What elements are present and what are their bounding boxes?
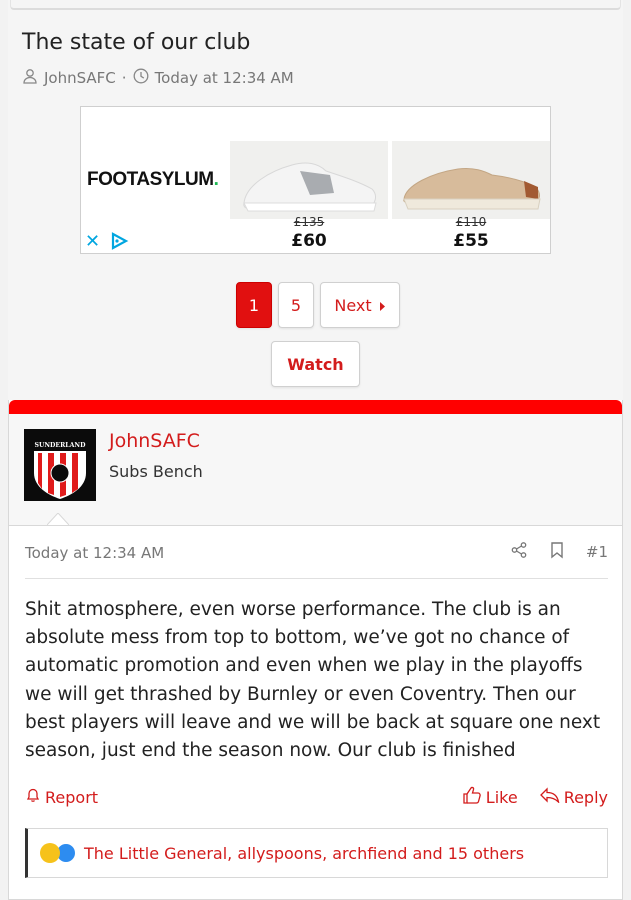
share-icon[interactable]: [510, 541, 528, 563]
bell-icon: [25, 787, 41, 807]
reactions-bar[interactable]: The Little General, allyspoons, archfien…: [25, 828, 608, 878]
next-page-button[interactable]: Next: [320, 282, 400, 328]
speech-arrow: [47, 513, 69, 525]
reactions-text[interactable]: The Little General, allyspoons, archfien…: [84, 844, 524, 863]
reply-label: Reply: [563, 787, 608, 807]
clock-icon: [133, 68, 149, 88]
thread-meta: JohnSAFC · Today at 12:34 AM: [22, 68, 294, 88]
thread-title: The state of our club: [22, 30, 251, 55]
reply-button[interactable]: Reply: [539, 786, 608, 808]
post-body: Shit atmosphere, even worse performance.…: [25, 596, 608, 765]
user-icon: [22, 68, 38, 88]
user-title: Subs Bench: [109, 462, 203, 481]
post-body-line: we will get thrashed by Burnley or even …: [25, 683, 576, 705]
ad-product-image-white-sneaker[interactable]: [230, 141, 388, 219]
ad-new-price: £55: [453, 231, 489, 251]
thread-time[interactable]: Today at 12:34 AM: [155, 69, 294, 87]
thumbs-up-icon: [462, 786, 482, 808]
post: SUNDERLAND JohnSAFC Subs Bench Today at …: [8, 400, 623, 900]
divider: [25, 578, 608, 579]
previous-block-edge: [10, 0, 621, 10]
reply-icon: [539, 787, 560, 807]
watch-button[interactable]: Watch: [271, 341, 360, 387]
next-label: Next: [334, 295, 372, 315]
laughing-emoji-icon: [40, 843, 60, 863]
close-icon[interactable]: ✕: [85, 231, 100, 252]
ad-product-image-tan-sneaker[interactable]: [392, 141, 550, 219]
caret-right-icon: [379, 296, 386, 315]
thread-author[interactable]: JohnSAFC: [44, 69, 116, 87]
post-tools: #1: [510, 541, 608, 563]
like-button[interactable]: Like: [462, 786, 518, 808]
post-body-line: season, just end the season now. Our clu…: [25, 740, 516, 762]
post-user-block: SUNDERLAND JohnSAFC Subs Bench: [9, 414, 622, 526]
advertisement[interactable]: FOOTASYLUM. £135 £60 £110 £55 ✕: [80, 106, 551, 254]
post-body-line: absolute mess from top to bottom, we’ve …: [25, 627, 570, 649]
pagination: 1 5 Next: [236, 282, 400, 328]
ad-old-price: £135: [293, 215, 325, 229]
post-body-line: automatic promotion and even when we pla…: [25, 655, 583, 677]
meta-separator: ·: [121, 69, 127, 87]
ad-logo[interactable]: FOOTASYLUM.: [87, 169, 219, 191]
report-label: Report: [45, 787, 99, 807]
bookmark-icon[interactable]: [548, 541, 566, 563]
page-1-button[interactable]: 1: [236, 282, 272, 328]
reaction-icons: [40, 843, 76, 863]
ad-old-price: £110: [455, 215, 487, 229]
post-body-line: Shit atmosphere, even worse performance.…: [25, 599, 561, 620]
adchoices-icon[interactable]: [109, 231, 129, 255]
post-username[interactable]: JohnSAFC: [109, 430, 200, 452]
avatar[interactable]: SUNDERLAND: [24, 429, 96, 501]
like-label: Like: [485, 787, 518, 807]
report-button[interactable]: Report: [25, 786, 98, 808]
ad-new-price: £60: [291, 231, 327, 251]
post-actions: Report Like Reply: [25, 786, 608, 808]
page-5-button[interactable]: 5: [278, 282, 314, 328]
post-body-line: best players will leave and we will be b…: [25, 711, 601, 733]
post-number[interactable]: #1: [586, 543, 608, 561]
post-date[interactable]: Today at 12:34 AM: [25, 544, 164, 562]
post-header-bar: [9, 400, 622, 414]
avatar-text: SUNDERLAND: [35, 442, 87, 449]
